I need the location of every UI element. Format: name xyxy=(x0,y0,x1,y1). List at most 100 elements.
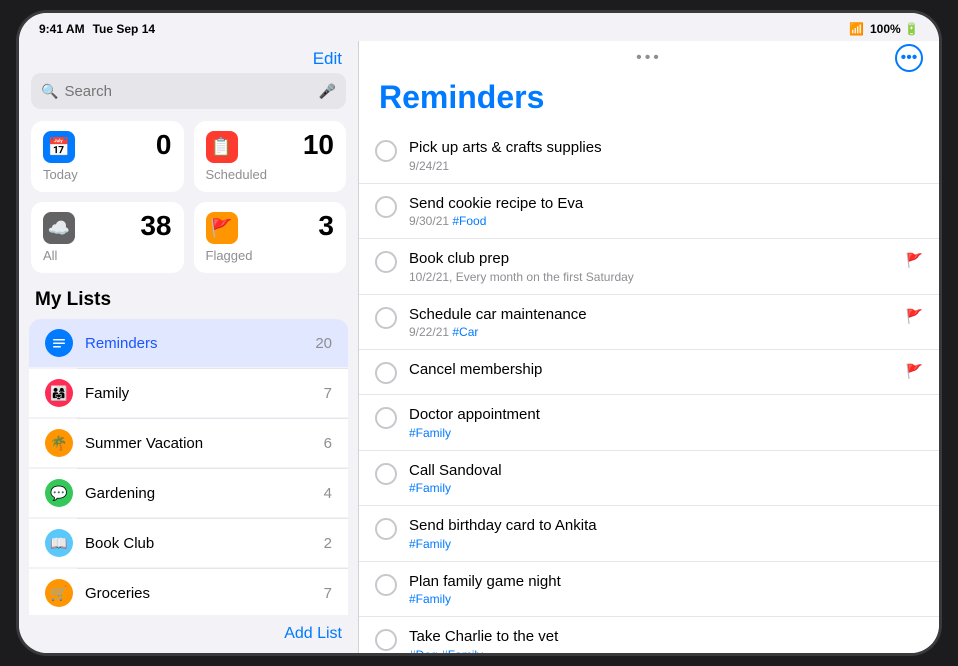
reminder-list: Pick up arts & crafts supplies 9/24/21 S… xyxy=(359,128,939,653)
reminder-content: Doctor appointment #Family xyxy=(409,405,923,440)
reminder-title: Pick up arts & crafts supplies xyxy=(409,138,923,158)
today-count: 0 xyxy=(156,131,172,159)
scheduled-count: 10 xyxy=(303,131,334,159)
reminder-checkbox[interactable] xyxy=(375,251,397,273)
summary-tiles: 📅 0 Today 📋 10 Scheduled ☁️ 38 xyxy=(19,121,358,289)
toolbar-dots: ••• xyxy=(636,49,662,67)
reminder-subtitle: 9/22/21 #Car xyxy=(409,325,894,339)
reminder-title: Book club prep xyxy=(409,249,894,269)
flag-icon: 🚩 xyxy=(906,252,923,269)
reminder-item: Take Charlie to the vet #Dog #Family xyxy=(359,617,939,653)
status-time: 9:41 AM xyxy=(39,22,85,36)
groceries-list-icon: 🛒 xyxy=(45,579,73,607)
reminder-item: Schedule car maintenance 9/22/21 #Car 🚩 xyxy=(359,295,939,351)
tile-today[interactable]: 📅 0 Today xyxy=(31,121,184,192)
microphone-icon[interactable]: 🎤 xyxy=(319,83,336,100)
add-list-button[interactable]: Add List xyxy=(284,625,342,643)
reminder-subtitle: #Family xyxy=(409,481,923,495)
reminder-title: Send birthday card to Ankita xyxy=(409,516,923,536)
all-label: All xyxy=(43,248,172,263)
summer-vacation-list-name: Summer Vacation xyxy=(85,435,312,452)
groceries-list-count: 7 xyxy=(324,585,332,602)
reminder-checkbox[interactable] xyxy=(375,140,397,162)
family-list-icon: 👨‍👩‍👧 xyxy=(45,379,73,407)
flagged-label: Flagged xyxy=(206,248,335,263)
gardening-list-count: 4 xyxy=(324,485,332,502)
reminder-subtitle: 9/24/21 xyxy=(409,159,923,173)
reminder-subtitle: 9/30/21 #Food xyxy=(409,214,923,228)
sidebar-item-summer-vacation[interactable]: 🌴 Summer Vacation 6 xyxy=(29,419,348,467)
reminder-subtitle: #Family xyxy=(409,537,923,551)
reminder-title: Doctor appointment xyxy=(409,405,923,425)
reminder-subtitle: #Family xyxy=(409,592,923,606)
groceries-list-name: Groceries xyxy=(85,585,312,602)
reminder-item: Plan family game night #Family xyxy=(359,562,939,618)
edit-button[interactable]: Edit xyxy=(313,49,342,69)
reminder-title: Cancel membership xyxy=(409,360,894,380)
reminder-checkbox[interactable] xyxy=(375,629,397,651)
reminders-list-icon xyxy=(45,329,73,357)
summer-vacation-list-icon: 🌴 xyxy=(45,429,73,457)
battery-indicator: 100% 🔋 xyxy=(870,22,919,36)
sidebar: Edit 🔍 🎤 📅 0 Today 📋 xyxy=(19,41,359,653)
reminder-checkbox[interactable] xyxy=(375,518,397,540)
reminder-content: Send birthday card to Ankita #Family xyxy=(409,516,923,551)
tile-flagged[interactable]: 🚩 3 Flagged xyxy=(194,202,347,273)
lists-container: Reminders 20 👨‍👩‍👧 Family 7 🌴 Summer Vac… xyxy=(19,319,358,615)
status-bar: 9:41 AM Tue Sep 14 📶 100% 🔋 xyxy=(19,13,939,41)
reminders-list-name: Reminders xyxy=(85,335,303,352)
gardening-list-name: Gardening xyxy=(85,485,312,502)
reminder-content: Book club prep 10/2/21, Every month on t… xyxy=(409,249,894,284)
book-club-list-name: Book Club xyxy=(85,535,312,552)
reminder-item: Call Sandoval #Family xyxy=(359,451,939,507)
reminder-item: Send birthday card to Ankita #Family xyxy=(359,506,939,562)
reminder-checkbox[interactable] xyxy=(375,196,397,218)
reminder-checkbox[interactable] xyxy=(375,463,397,485)
sidebar-item-gardening[interactable]: 💬 Gardening 4 xyxy=(29,469,348,517)
scheduled-icon: 📋 xyxy=(206,131,238,163)
sidebar-header: Edit xyxy=(19,41,358,73)
sidebar-item-reminders[interactable]: Reminders 20 xyxy=(29,319,348,367)
scheduled-label: Scheduled xyxy=(206,167,335,182)
reminder-title: Take Charlie to the vet xyxy=(409,627,923,647)
reminder-item: Send cookie recipe to Eva 9/30/21 #Food xyxy=(359,184,939,240)
sidebar-item-family[interactable]: 👨‍👩‍👧 Family 7 xyxy=(29,369,348,417)
my-lists-header: My Lists xyxy=(19,289,358,319)
search-input[interactable] xyxy=(64,83,312,100)
detail-panel: ••• ••• Reminders Pick up arts & crafts … xyxy=(359,41,939,653)
flag-icon: 🚩 xyxy=(906,363,923,380)
reminder-title: Call Sandoval xyxy=(409,461,923,481)
reminder-content: Send cookie recipe to Eva 9/30/21 #Food xyxy=(409,194,923,229)
reminders-list-count: 20 xyxy=(315,335,332,352)
more-options-button[interactable]: ••• xyxy=(895,44,923,72)
sidebar-footer: Add List xyxy=(19,615,358,653)
reminder-title: Schedule car maintenance xyxy=(409,305,894,325)
ellipsis-icon: ••• xyxy=(901,49,918,67)
book-club-list-count: 2 xyxy=(324,535,332,552)
status-date: Tue Sep 14 xyxy=(93,22,155,36)
reminder-content: Plan family game night #Family xyxy=(409,572,923,607)
reminder-content: Schedule car maintenance 9/22/21 #Car xyxy=(409,305,894,340)
reminder-subtitle: 10/2/21, Every month on the first Saturd… xyxy=(409,270,894,284)
sidebar-item-groceries[interactable]: 🛒 Groceries 7 xyxy=(29,569,348,615)
reminder-content: Pick up arts & crafts supplies 9/24/21 xyxy=(409,138,923,173)
reminder-item: Book club prep 10/2/21, Every month on t… xyxy=(359,239,939,295)
tile-all[interactable]: ☁️ 38 All xyxy=(31,202,184,273)
sidebar-item-book-club[interactable]: 📖 Book Club 2 xyxy=(29,519,348,567)
reminder-checkbox[interactable] xyxy=(375,307,397,329)
gardening-list-icon: 💬 xyxy=(45,479,73,507)
reminder-checkbox[interactable] xyxy=(375,407,397,429)
flagged-icon: 🚩 xyxy=(206,212,238,244)
reminder-subtitle: #Dog #Family xyxy=(409,648,923,654)
reminder-content: Take Charlie to the vet #Dog #Family xyxy=(409,627,923,653)
reminder-checkbox[interactable] xyxy=(375,362,397,384)
reminder-checkbox[interactable] xyxy=(375,574,397,596)
reminder-content: Cancel membership xyxy=(409,360,894,380)
tile-scheduled[interactable]: 📋 10 Scheduled xyxy=(194,121,347,192)
family-list-name: Family xyxy=(85,385,312,402)
reminder-content: Call Sandoval #Family xyxy=(409,461,923,496)
search-bar[interactable]: 🔍 🎤 xyxy=(31,73,346,109)
all-count: 38 xyxy=(140,212,171,240)
detail-toolbar: ••• ••• xyxy=(359,41,939,75)
reminder-title: Plan family game night xyxy=(409,572,923,592)
